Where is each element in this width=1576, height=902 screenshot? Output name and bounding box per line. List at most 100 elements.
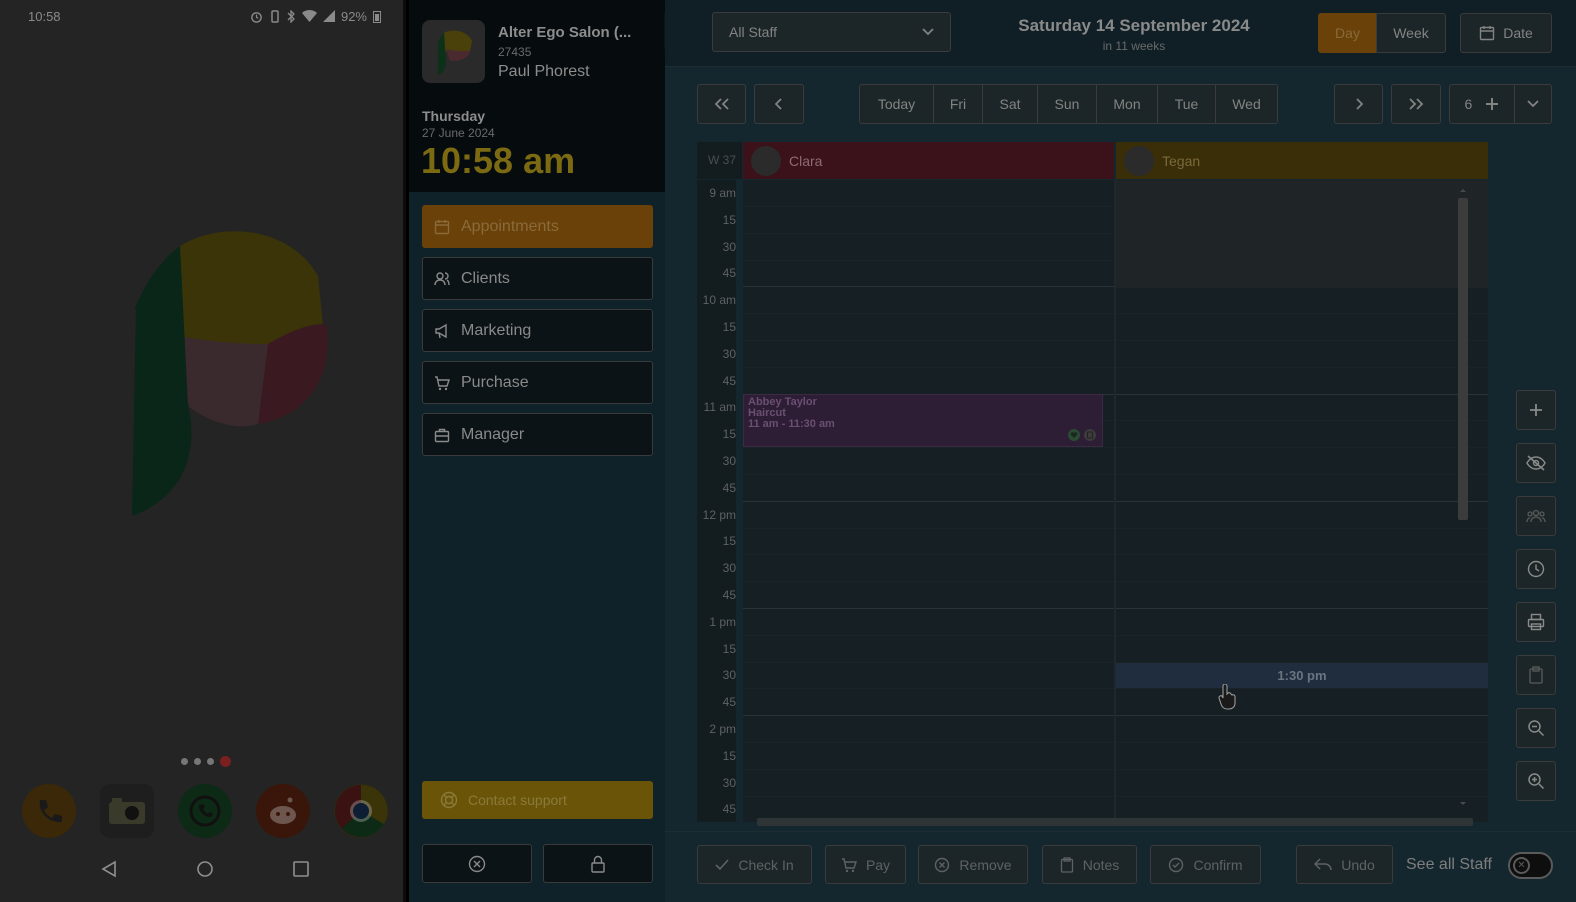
time-slot[interactable]: [1116, 475, 1488, 502]
undo-button[interactable]: Undo: [1296, 845, 1393, 884]
time-slot[interactable]: [1116, 689, 1488, 717]
print-button[interactable]: [1516, 602, 1556, 642]
horizontal-scrollbar[interactable]: [743, 815, 1488, 828]
chrome-app-icon[interactable]: [334, 784, 388, 838]
day-count-stepper[interactable]: 6: [1449, 84, 1515, 124]
menu-clients[interactable]: Clients: [422, 257, 653, 300]
time-slot[interactable]: [1116, 743, 1488, 770]
time-slot[interactable]: [743, 207, 1114, 234]
time-slot[interactable]: [743, 609, 1114, 636]
appointment-card[interactable]: Abbey Taylor Haircut 11 am - 11:30 am: [743, 394, 1103, 447]
contact-support-button[interactable]: Contact support: [422, 781, 653, 819]
time-slot[interactable]: [1116, 555, 1488, 583]
tab-sun[interactable]: Sun: [1038, 85, 1097, 123]
confirm-button[interactable]: Confirm: [1150, 845, 1261, 884]
scrollbar-thumb[interactable]: [757, 818, 1473, 826]
lock-button[interactable]: [543, 844, 653, 883]
zoom-out-button[interactable]: [1516, 708, 1556, 748]
staff-column-header-tegan[interactable]: Tegan: [1116, 142, 1488, 179]
staff-column-clara[interactable]: [743, 180, 1114, 822]
pay-button[interactable]: Pay: [825, 845, 906, 884]
time-slot[interactable]: [743, 234, 1114, 261]
time-slot[interactable]: [743, 528, 1114, 556]
time-slot[interactable]: [743, 555, 1114, 583]
jump-forward-button[interactable]: [1391, 84, 1441, 124]
previous-day-button[interactable]: [754, 84, 804, 124]
time-slot[interactable]: [1116, 314, 1488, 341]
scrollbar-thumb[interactable]: [1458, 198, 1468, 520]
camera-app-icon[interactable]: [100, 784, 154, 838]
zoom-in-button[interactable]: [1516, 761, 1556, 801]
time-slot[interactable]: [743, 475, 1114, 502]
hover-time-slot[interactable]: 1:30 pm: [1116, 663, 1488, 688]
view-day-button[interactable]: Day: [1318, 13, 1377, 53]
time-slot[interactable]: [1116, 770, 1488, 797]
tab-tue[interactable]: Tue: [1158, 85, 1216, 123]
notes-button[interactable]: Notes: [1042, 845, 1137, 884]
vertical-scrollbar[interactable]: [1456, 188, 1470, 808]
time-slot[interactable]: [743, 341, 1114, 368]
time-slot[interactable]: [1116, 368, 1488, 395]
time-slot[interactable]: [1116, 421, 1488, 449]
next-day-button[interactable]: [1334, 84, 1383, 124]
time-slot[interactable]: [1116, 716, 1488, 743]
tab-wed[interactable]: Wed: [1216, 85, 1277, 123]
reddit-app-icon[interactable]: [256, 784, 310, 838]
see-all-staff-toggle[interactable]: ✕: [1508, 852, 1553, 879]
time-slot[interactable]: [743, 662, 1114, 690]
tab-sat[interactable]: Sat: [983, 85, 1038, 123]
day-count-dropdown[interactable]: [1514, 84, 1552, 124]
recents-icon[interactable]: [292, 860, 310, 878]
home-icon[interactable]: [196, 860, 214, 878]
time-slot[interactable]: [743, 582, 1114, 609]
back-icon[interactable]: [100, 860, 118, 878]
remove-button[interactable]: Remove: [918, 845, 1028, 884]
time-slot[interactable]: [1116, 528, 1488, 556]
time-slot[interactable]: [743, 502, 1114, 529]
menu-appointments[interactable]: Appointments: [422, 205, 653, 248]
tab-fri[interactable]: Fri: [934, 85, 983, 123]
add-appointment-button[interactable]: [1516, 390, 1556, 430]
time-slot[interactable]: [1116, 609, 1488, 636]
time-slot[interactable]: [1116, 582, 1488, 609]
time-slot[interactable]: [743, 368, 1114, 395]
tab-mon[interactable]: Mon: [1097, 85, 1158, 123]
time-slot[interactable]: [1116, 502, 1488, 529]
time-slot[interactable]: [743, 448, 1114, 475]
time-slot[interactable]: [1116, 287, 1488, 315]
time-slot[interactable]: [1116, 341, 1488, 368]
whatsapp-app-icon[interactable]: [178, 784, 232, 838]
staff-group-button[interactable]: [1516, 496, 1556, 536]
exit-button[interactable]: [422, 844, 532, 883]
clipboard-button[interactable]: [1516, 655, 1556, 695]
time-slot[interactable]: [743, 260, 1114, 288]
menu-marketing[interactable]: Marketing: [422, 309, 653, 352]
time-slot[interactable]: [743, 743, 1114, 770]
time-slot[interactable]: [743, 770, 1114, 797]
menu-purchase[interactable]: Purchase: [422, 361, 653, 404]
time-slot[interactable]: [743, 180, 1114, 207]
time-slot[interactable]: [743, 689, 1114, 717]
staff-column-header-clara[interactable]: Clara: [743, 142, 1114, 179]
menu-manager[interactable]: Manager: [422, 413, 653, 456]
time-slot[interactable]: [743, 314, 1114, 341]
menu-item-label: Purchase: [461, 373, 529, 391]
staff-name: Tegan: [1162, 152, 1201, 169]
check-in-button[interactable]: Check In: [697, 845, 812, 884]
time-button[interactable]: [1516, 549, 1556, 589]
time-slot[interactable]: [1116, 636, 1488, 663]
view-week-button[interactable]: Week: [1376, 13, 1446, 53]
jump-back-button[interactable]: [697, 84, 746, 124]
time-slot-label: 45: [697, 796, 736, 822]
time-slot[interactable]: [743, 636, 1114, 663]
time-slot[interactable]: [743, 287, 1114, 315]
phone-app-icon[interactable]: [22, 784, 76, 838]
staff-select[interactable]: All Staff: [712, 12, 951, 52]
staff-select-value: All Staff: [729, 24, 777, 40]
tab-today[interactable]: Today: [860, 85, 934, 123]
hide-button[interactable]: [1516, 443, 1556, 483]
time-slot[interactable]: [1116, 394, 1488, 422]
time-slot[interactable]: [743, 716, 1114, 743]
time-slot[interactable]: [1116, 448, 1488, 475]
date-picker-button[interactable]: Date: [1460, 13, 1552, 53]
